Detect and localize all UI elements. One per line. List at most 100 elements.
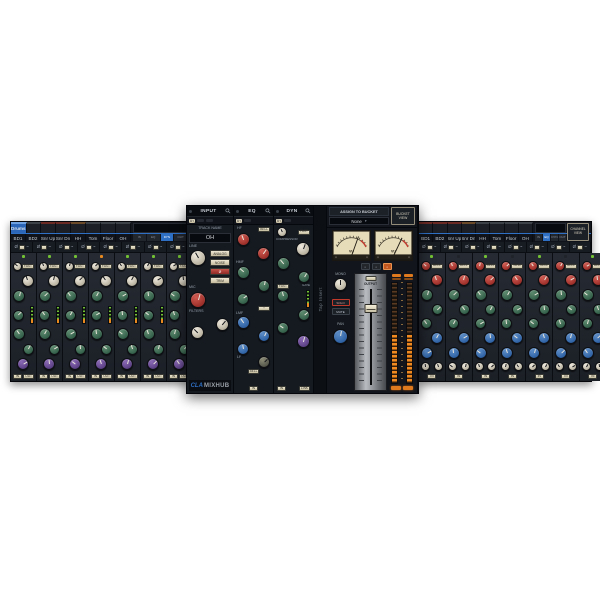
phase-icon[interactable]: Ø (126, 245, 130, 250)
channel-name[interactable]: Snr Up (41, 234, 56, 242)
dyn-out-button[interactable]: OUT (23, 374, 34, 379)
gate-threshold-knob[interactable] (117, 328, 129, 340)
dyn-in-button[interactable]: IN (117, 374, 126, 379)
ratio-knob[interactable] (74, 275, 86, 287)
insert-strip[interactable]: Tap Insert (314, 206, 327, 393)
bell-button[interactable]: BELL (565, 264, 577, 269)
wave-icon[interactable]: ~ (160, 245, 163, 250)
lp-filter-knob[interactable] (461, 362, 470, 371)
meter-in-button[interactable]: ▪ (361, 263, 370, 270)
hp-filter-knob[interactable] (555, 362, 564, 371)
wave-icon[interactable]: ~ (115, 245, 118, 250)
channel-name[interactable]: Tom (490, 234, 504, 242)
channel-name[interactable]: OH (116, 234, 131, 242)
bucket-tab-empty[interactable] (419, 222, 433, 233)
gate-range-knob[interactable] (298, 309, 310, 321)
gate-threshold-knob[interactable] (13, 328, 25, 340)
hmf-gain-knob[interactable] (448, 289, 460, 301)
threshold-knob[interactable] (91, 290, 103, 302)
dyn-out-button[interactable]: OUT (49, 374, 60, 379)
makeup-knob[interactable] (13, 262, 22, 271)
strip-assign-button[interactable] (64, 245, 70, 250)
lmf-freq-knob[interactable] (258, 330, 270, 342)
gate-release-knob[interactable] (121, 358, 133, 370)
hmf-freq-knob[interactable] (432, 304, 443, 315)
wave-icon[interactable]: ~ (71, 245, 74, 250)
release-knob[interactable] (13, 310, 24, 321)
hf-gain-knob[interactable] (501, 261, 511, 271)
fader-cap[interactable] (364, 304, 377, 313)
lf-gain-knob[interactable] (258, 356, 270, 368)
makeup-knob[interactable] (65, 262, 74, 271)
wave-icon[interactable]: ~ (26, 245, 29, 250)
ratio-knob[interactable] (48, 275, 60, 287)
lmf-freq-knob[interactable] (555, 347, 567, 359)
channel-name[interactable]: Tom (86, 234, 101, 242)
makeup-knob[interactable] (91, 262, 100, 271)
gate-threshold-knob[interactable] (143, 328, 155, 340)
strip-assign-button[interactable] (153, 245, 159, 250)
bucket-tab-empty[interactable] (433, 222, 447, 233)
lp-filter-knob[interactable] (434, 362, 443, 371)
magnifier-icon[interactable] (265, 208, 271, 214)
mono-knob[interactable] (334, 278, 347, 291)
hf-freq-knob[interactable] (458, 274, 470, 286)
ratio-knob[interactable] (126, 275, 138, 287)
phase-icon[interactable]: Ø (37, 245, 41, 250)
hp-filter-knob[interactable] (448, 362, 457, 371)
gate-range-knob[interactable] (127, 344, 138, 355)
bell-button[interactable]: BELL (485, 264, 497, 269)
section-tab-out[interactable]: OUT (559, 234, 566, 242)
eq-sidechain-button[interactable]: ÷ (258, 306, 270, 311)
hf-freq-knob[interactable] (431, 274, 443, 286)
hmf-q-knob[interactable] (237, 293, 249, 305)
phase-icon[interactable]: Ø (422, 245, 426, 250)
channel-name[interactable]: HH (476, 234, 490, 242)
lp-filter-knob[interactable] (514, 362, 523, 371)
phase-icon[interactable]: Ø (444, 245, 448, 250)
fast-button[interactable]: FAST (22, 264, 34, 269)
hf-gain-knob[interactable] (237, 233, 250, 246)
section-tab-eq[interactable]: EQ (543, 234, 550, 242)
bucket-tab-empty[interactable] (71, 222, 86, 233)
comp-release-knob[interactable] (298, 271, 310, 283)
makeup-knob[interactable] (169, 262, 178, 271)
input-mode-pill[interactable] (197, 219, 204, 222)
phase-icon[interactable]: Ø (170, 245, 174, 250)
channel-name[interactable]: Floor (101, 234, 116, 242)
dyn-bypass-button[interactable]: BY (276, 219, 282, 223)
strip-assign-button[interactable] (513, 245, 519, 250)
phase-icon[interactable]: Ø (15, 245, 19, 250)
hf-freq-knob[interactable] (592, 274, 600, 286)
strip-assign-button[interactable] (534, 245, 540, 250)
lmf-gain-knob[interactable] (237, 316, 250, 329)
eq-in-button[interactable]: IN (481, 374, 490, 379)
wave-icon[interactable]: ~ (541, 245, 544, 250)
dyn-out-button[interactable]: OUT (101, 374, 112, 379)
section-tab-in[interactable]: IN (133, 234, 146, 242)
noise-button[interactable]: NOISE (210, 259, 230, 266)
hmf-freq-knob[interactable] (485, 304, 496, 315)
bucket-tab-empty[interactable] (519, 222, 533, 233)
strip-assign-button[interactable] (448, 245, 454, 250)
meter-out-button[interactable]: ▪ (372, 263, 381, 270)
fast-button[interactable]: FAST (126, 264, 138, 269)
hf-gain-knob[interactable] (421, 261, 431, 271)
lmf-freq-knob[interactable] (501, 347, 513, 359)
hmf-gain-knob[interactable] (555, 289, 567, 301)
strip-assign-button[interactable] (108, 245, 114, 250)
analog-button[interactable]: ANALOG (210, 250, 230, 257)
dyn-link-button[interactable]: LINK (299, 386, 310, 391)
eq-mode-pill[interactable] (244, 219, 251, 222)
release-knob[interactable] (39, 310, 50, 321)
makeup-knob[interactable] (39, 262, 48, 271)
fast-button[interactable]: FAST (152, 264, 164, 269)
ratio-knob[interactable] (100, 275, 112, 287)
hmf-q-knob[interactable] (501, 318, 512, 329)
gate-threshold-knob[interactable] (91, 328, 103, 340)
lmf-freq-knob[interactable] (448, 347, 460, 359)
bucket-tab-empty[interactable] (116, 222, 131, 233)
gate-release-knob[interactable] (17, 358, 29, 370)
hf-gain-knob[interactable] (555, 261, 565, 271)
phase-icon[interactable]: Ø (104, 245, 108, 250)
